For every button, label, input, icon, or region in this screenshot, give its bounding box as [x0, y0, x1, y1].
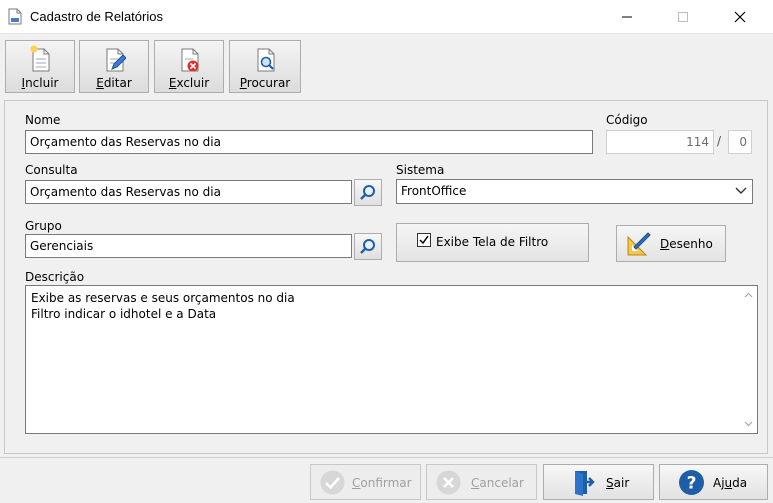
- minimize-icon: [622, 16, 632, 18]
- codigo-sub-input: 0: [728, 130, 752, 154]
- draw-ruler-icon: [627, 232, 651, 256]
- chevron-down-icon: [735, 187, 747, 194]
- title-bar: Cadastro de Relatórios: [0, 0, 773, 34]
- svg-text:?: ?: [687, 474, 697, 494]
- descricao-label: Descrição: [25, 270, 85, 284]
- exibe-filtro-checkbox[interactable]: [417, 233, 431, 247]
- ajuda-label: Ajuda: [713, 476, 748, 490]
- nome-input[interactable]: Orçamento das Reservas no dia: [25, 130, 593, 154]
- desenho-label: Desenho: [660, 237, 713, 251]
- sistema-select[interactable]: FrontOffice: [396, 179, 753, 204]
- consulta-label: Consulta: [25, 163, 78, 177]
- sair-label: Sair: [606, 476, 630, 490]
- close-icon: [734, 11, 746, 23]
- sair-button[interactable]: Sair: [543, 464, 654, 500]
- codigo-label: Código: [606, 113, 648, 127]
- ajuda-button[interactable]: ? Ajuda: [659, 464, 768, 500]
- delete-document-icon: [181, 48, 199, 72]
- minimize-button[interactable]: [604, 0, 650, 34]
- search-icon: [360, 184, 375, 200]
- excluir-button[interactable]: Excluir: [154, 40, 224, 93]
- app-document-icon: [8, 8, 22, 25]
- descricao-line: Exibe as reservas e seus orçamentos no d…: [31, 291, 295, 305]
- search-icon: [360, 238, 375, 254]
- excluir-label: Excluir: [168, 76, 210, 90]
- cancel-x-icon: [436, 470, 461, 495]
- cancelar-label: Cancelar: [471, 476, 524, 490]
- codigo-input: 114: [606, 130, 714, 154]
- incluir-button[interactable]: Incluir: [5, 40, 75, 93]
- form-area: Nome Orçamento das Reservas no dia Códig…: [0, 96, 773, 457]
- grupo-input[interactable]: Gerenciais: [25, 234, 352, 258]
- incluir-label: Incluir: [21, 76, 59, 90]
- grupo-label: Grupo: [25, 219, 62, 233]
- exibe-filtro-checkbox-frame[interactable]: Exibe Tela de Filtro: [396, 223, 589, 262]
- codigo-separator: /: [717, 134, 722, 148]
- sistema-selected-value: FrontOffice: [401, 184, 467, 198]
- consulta-search-button[interactable]: [354, 179, 382, 206]
- grupo-search-button[interactable]: [354, 233, 382, 260]
- help-icon: ?: [679, 470, 704, 495]
- toolbar: Incluir Editar Excluir Procurar: [0, 34, 773, 96]
- descricao-scrollbar[interactable]: [740, 286, 757, 433]
- search-document-icon: [257, 48, 275, 72]
- sistema-label: Sistema: [396, 163, 445, 177]
- confirm-check-icon: [320, 470, 345, 495]
- editar-button[interactable]: Editar: [79, 40, 149, 93]
- scroll-down-icon[interactable]: [744, 421, 753, 427]
- consulta-input[interactable]: Orçamento das Reservas no dia: [25, 180, 352, 204]
- descricao-textarea[interactable]: Exibe as reservas e seus orçamentos no d…: [25, 285, 758, 434]
- maximize-button[interactable]: [660, 0, 706, 34]
- edit-document-icon: [106, 48, 126, 72]
- procurar-label: Procurar: [239, 76, 291, 90]
- cancelar-button[interactable]: Cancelar: [426, 464, 537, 500]
- form-panel: Nome Orçamento das Reservas no dia Códig…: [4, 100, 768, 454]
- window-title: Cadastro de Relatórios: [30, 9, 163, 24]
- descricao-line: Filtro indicar o idhotel e a Data: [31, 307, 217, 321]
- bottom-button-bar: Confirmar Cancelar Sair ? Ajuda: [0, 457, 773, 503]
- checkmark-icon: [419, 235, 429, 245]
- confirmar-label: Confirmar: [352, 476, 412, 490]
- confirmar-button[interactable]: Confirmar: [310, 464, 421, 500]
- procurar-button[interactable]: Procurar: [229, 40, 301, 93]
- editar-label: Editar: [96, 76, 132, 90]
- scroll-up-icon[interactable]: [744, 292, 753, 298]
- maximize-icon: [678, 12, 688, 22]
- exit-door-icon: [575, 471, 595, 496]
- close-button[interactable]: [717, 0, 763, 34]
- exibe-filtro-label: Exibe Tela de Filtro: [436, 235, 549, 249]
- new-document-icon: [30, 45, 50, 72]
- desenho-button[interactable]: Desenho: [616, 225, 726, 262]
- nome-label: Nome: [25, 113, 61, 127]
